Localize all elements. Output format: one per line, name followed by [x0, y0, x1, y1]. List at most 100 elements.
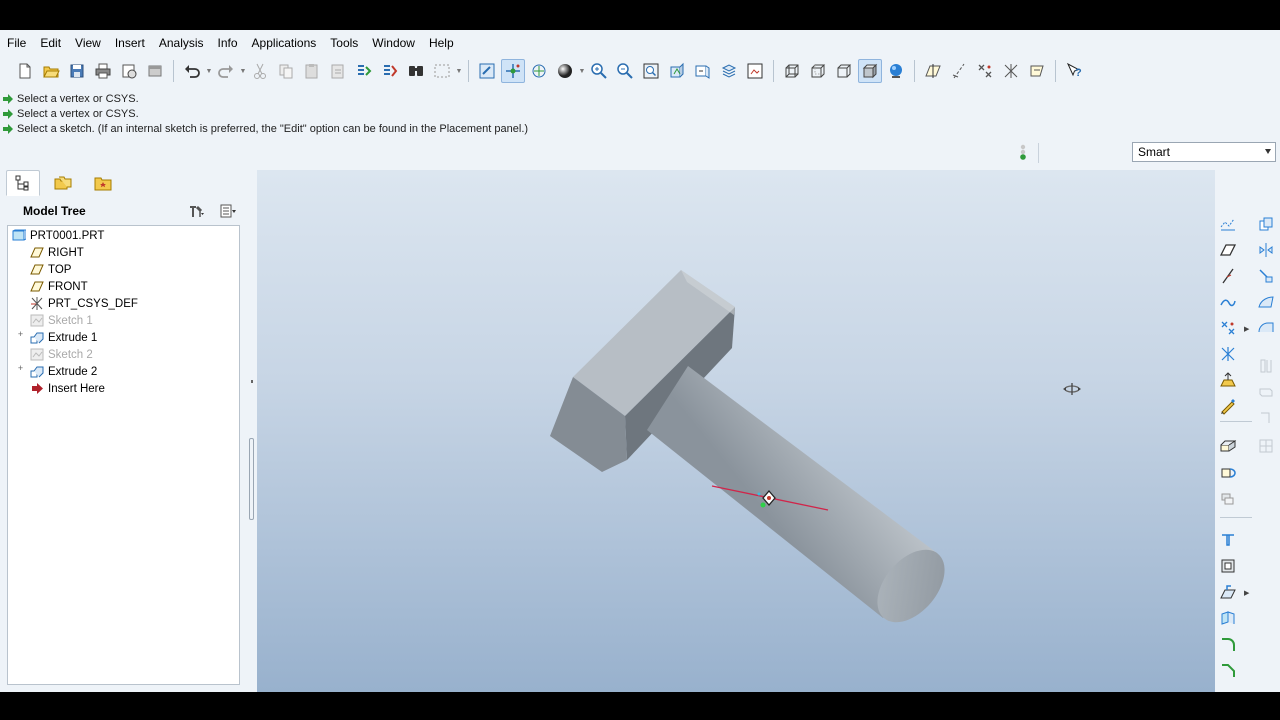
copy-icon[interactable] — [274, 59, 298, 83]
spin-orient-icon[interactable] — [527, 59, 551, 83]
csys-tool-icon[interactable] — [1217, 343, 1239, 365]
extrude-tool-icon[interactable] — [1217, 435, 1239, 457]
paste-special-icon[interactable] — [326, 59, 350, 83]
shell-tool-icon[interactable] — [1217, 555, 1239, 577]
menu-tools[interactable]: Tools — [323, 30, 365, 56]
menu-view[interactable]: View — [68, 30, 108, 56]
tree-item-label: Sketch 2 — [48, 348, 93, 361]
display-style-icon[interactable] — [553, 59, 577, 83]
reorient-icon[interactable] — [665, 59, 689, 83]
zoom-out-icon[interactable] — [613, 59, 637, 83]
revolve-tool-icon[interactable] — [1217, 461, 1239, 483]
sketch-view-icon[interactable] — [475, 59, 499, 83]
pattern-tool-icon[interactable] — [1255, 265, 1277, 287]
new-file-icon[interactable] — [13, 59, 37, 83]
send-mail-icon[interactable] — [117, 59, 141, 83]
menu-insert[interactable]: Insert — [108, 30, 152, 56]
chamfer-tool-icon[interactable] — [1217, 659, 1239, 681]
view-manager-icon[interactable] — [743, 59, 767, 83]
tree-item-front[interactable]: FRONT — [30, 278, 88, 295]
save-icon[interactable] — [65, 59, 89, 83]
tree-item-top[interactable]: TOP — [30, 261, 71, 278]
tree-item-insert-here[interactable]: Insert Here — [30, 380, 105, 397]
paste-icon[interactable] — [300, 59, 324, 83]
saved-views-icon[interactable] — [691, 59, 715, 83]
datum-plane-display-icon[interactable] — [921, 59, 945, 83]
menu-edit[interactable]: Edit — [33, 30, 68, 56]
datum-tools-icon[interactable] — [1217, 213, 1239, 235]
tab-folder-browser[interactable] — [46, 170, 80, 196]
sketch-tool-icon[interactable] — [1217, 395, 1239, 417]
zoom-in-icon[interactable] — [587, 59, 611, 83]
hole-tool-icon[interactable] — [1217, 529, 1239, 551]
select-box-icon[interactable] — [430, 59, 454, 83]
sweep-tool-icon[interactable] — [1217, 487, 1239, 509]
menu-info[interactable]: Info — [211, 30, 245, 56]
tree-item-right[interactable]: RIGHT — [30, 244, 84, 261]
context-help-icon[interactable]: ? — [1062, 59, 1086, 83]
layers-icon[interactable] — [717, 59, 741, 83]
open-folder-icon[interactable] — [39, 59, 63, 83]
datum-point-tool-icon[interactable] — [1217, 317, 1239, 339]
tree-show-button[interactable] — [212, 201, 244, 221]
datum-plane-tool-icon[interactable] — [1217, 239, 1239, 261]
mirror-tool-icon[interactable] — [1255, 239, 1277, 261]
undo-icon[interactable] — [180, 59, 204, 83]
datum-point-display-icon[interactable] — [973, 59, 997, 83]
rib-dropdown-icon[interactable]: ▶ — [1244, 589, 1249, 597]
display-style-dropdown-icon[interactable]: ▼ — [578, 59, 586, 83]
rib-tool-icon[interactable] — [1217, 581, 1239, 603]
panel-splitter[interactable] — [248, 170, 256, 692]
select-dropdown-icon[interactable]: ▼ — [455, 59, 463, 83]
hidden-line-icon[interactable] — [806, 59, 830, 83]
tree-item-extrude-1[interactable]: Extrude 1 — [30, 329, 97, 346]
tree-item-sketch-2[interactable]: Sketch 2 — [30, 346, 93, 363]
redo-dropdown-icon[interactable]: ▼ — [239, 59, 247, 83]
close-window-icon[interactable] — [143, 59, 167, 83]
draft-tool-icon[interactable] — [1217, 607, 1239, 629]
tree-item-extrude-2[interactable]: Extrude 2 — [30, 363, 97, 380]
menu-analysis[interactable]: Analysis — [152, 30, 211, 56]
cylinder-shaft[interactable] — [647, 361, 958, 635]
annotation-display-icon[interactable] — [1025, 59, 1049, 83]
menu-help[interactable]: Help — [422, 30, 461, 56]
expand-extrude-2[interactable]: + — [16, 364, 25, 373]
undo-dropdown-icon[interactable]: ▼ — [205, 59, 213, 83]
no-hidden-icon[interactable] — [832, 59, 856, 83]
shading-icon[interactable] — [858, 59, 882, 83]
analysis-feature-icon[interactable] — [1217, 369, 1239, 391]
csys-display-icon[interactable] — [999, 59, 1023, 83]
selection-filter-select[interactable]: Smart — [1132, 142, 1276, 162]
expand-extrude-1[interactable]: + — [16, 330, 25, 339]
copy-geometry-icon[interactable] — [1255, 213, 1277, 235]
redo-icon[interactable] — [214, 59, 238, 83]
boundary-blend-icon[interactable] — [1255, 291, 1277, 313]
regen-status-icon[interactable] — [1017, 144, 1029, 162]
print-icon[interactable] — [91, 59, 115, 83]
spin-center-icon[interactable] — [501, 59, 525, 83]
regenerate-icon[interactable] — [352, 59, 376, 83]
wireframe-icon[interactable] — [780, 59, 804, 83]
round-tool-icon[interactable] — [1217, 633, 1239, 655]
splitter-handle[interactable] — [249, 438, 254, 520]
menu-applications[interactable]: Applications — [245, 30, 324, 56]
appearance-icon[interactable] — [884, 59, 908, 83]
fill-surface-icon[interactable] — [1255, 317, 1277, 339]
regen-manager-icon[interactable] — [378, 59, 402, 83]
tree-item-part[interactable]: PRT0001.PRT — [12, 227, 104, 244]
menu-file[interactable]: File — [0, 30, 33, 56]
datum-axis-tool-icon[interactable] — [1217, 265, 1239, 287]
cut-icon[interactable] — [248, 59, 272, 83]
datum-point-dropdown-icon[interactable]: ▶ — [1244, 325, 1249, 333]
tree-item-csys[interactable]: PRT_CSYS_DEF — [30, 295, 138, 312]
tab-favorites[interactable] — [86, 170, 120, 196]
refit-icon[interactable] — [639, 59, 663, 83]
datum-curve-tool-icon[interactable] — [1217, 291, 1239, 313]
menu-window[interactable]: Window — [365, 30, 422, 56]
tree-settings-button[interactable] — [180, 201, 212, 221]
tab-model-tree[interactable] — [6, 170, 40, 196]
datum-axis-display-icon[interactable] — [947, 59, 971, 83]
graphics-window[interactable] — [257, 170, 1215, 692]
find-icon[interactable] — [404, 59, 428, 83]
tree-item-sketch-1[interactable]: Sketch 1 — [30, 312, 93, 329]
